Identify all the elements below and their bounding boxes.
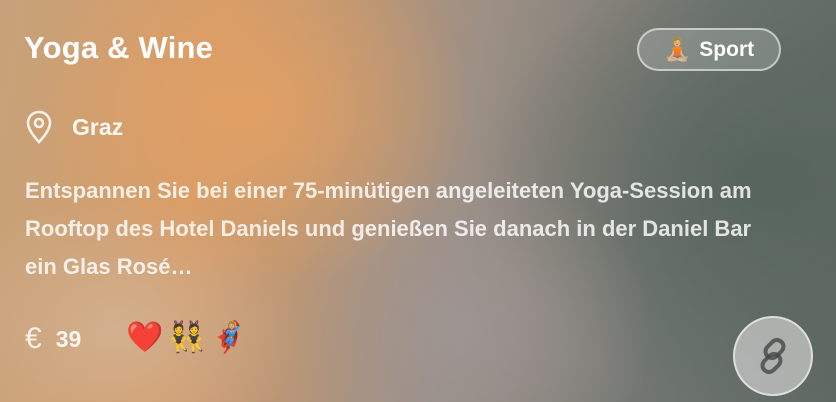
heart-emoji-icon[interactable]: ❤️ xyxy=(126,320,164,355)
category-label: Sport xyxy=(699,37,755,61)
location-pin-icon xyxy=(26,110,52,144)
price-row: € 39 xyxy=(25,322,81,356)
euro-icon: € xyxy=(25,322,42,355)
location-row: Graz xyxy=(26,110,123,144)
event-description: Entspannen Sie bei einer 75-minütigen an… xyxy=(25,178,752,279)
category-tag[interactable]: 🧘🏼 Sport xyxy=(637,28,781,71)
dancing-people-emoji-icon[interactable]: 👯 xyxy=(168,320,206,355)
event-title: Yoga & Wine xyxy=(24,30,214,65)
superhero-emoji-icon[interactable]: 🦸🏼‍♀️ xyxy=(210,320,248,355)
reaction-list: ❤️ 👯 🦸🏼‍♀️ xyxy=(126,320,248,355)
link-icon xyxy=(760,338,786,374)
event-card[interactable]: Yoga & Wine 🧘🏼 Sport Graz Entspannen Sie… xyxy=(0,0,836,402)
price-amount: 39 xyxy=(55,325,82,352)
location-label: Graz xyxy=(72,113,124,140)
yoga-emoji-icon: 🧘🏼 xyxy=(663,36,692,62)
share-link-button[interactable] xyxy=(733,316,813,396)
